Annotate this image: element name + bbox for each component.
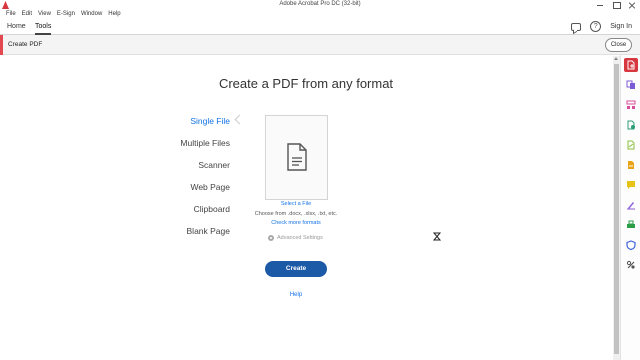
scan-ocr-icon bbox=[628, 161, 634, 169]
close-tool-button[interactable]: Close bbox=[605, 38, 632, 52]
title-bar: Adobe Acrobat Pro DC (32-bit) bbox=[0, 0, 640, 10]
organize-pages-icon bbox=[626, 100, 636, 109]
supported-formats-text: Choose from .docx, .xlsx, .txt, etc. bbox=[254, 211, 338, 217]
help-icon[interactable]: ? bbox=[590, 21, 602, 32]
window-title: Adobe Acrobat Pro DC (32-bit) bbox=[279, 1, 361, 7]
format-multiple-files[interactable]: Multiple Files bbox=[160, 136, 230, 158]
nav-actions: ? Sign In bbox=[571, 21, 632, 32]
menu-esign[interactable]: E-Sign bbox=[54, 10, 78, 19]
format-list: Single File Multiple Files Scanner Web P… bbox=[160, 114, 230, 246]
page-title: Create a PDF from any format bbox=[0, 76, 612, 91]
edit-pdf-icon bbox=[627, 140, 635, 150]
create-button[interactable]: Create bbox=[265, 261, 327, 277]
sign-in-link[interactable]: Sign In bbox=[610, 23, 632, 30]
export-pdf-icon bbox=[627, 120, 635, 130]
tab-home[interactable]: Home bbox=[7, 22, 26, 33]
menu-edit[interactable]: Edit bbox=[19, 10, 35, 19]
advanced-settings-label: Advanced Settings bbox=[277, 235, 323, 241]
scroll-thumb[interactable] bbox=[614, 64, 619, 354]
tool-accent-bar bbox=[0, 35, 3, 55]
create-pdf-panel: Create a PDF from any format Single File… bbox=[0, 56, 612, 360]
rail-edit-pdf[interactable] bbox=[624, 138, 638, 152]
comment-icon bbox=[627, 181, 635, 189]
page-title-text: Create a PDF from any format bbox=[218, 76, 394, 91]
gear-icon bbox=[268, 235, 274, 241]
format-scanner[interactable]: Scanner bbox=[160, 158, 230, 180]
format-single-file[interactable]: Single File bbox=[160, 114, 230, 136]
menu-file[interactable]: File bbox=[3, 10, 19, 19]
maximize-icon[interactable] bbox=[608, 0, 624, 10]
rail-organize-pages[interactable] bbox=[624, 98, 638, 112]
document-icon bbox=[287, 143, 307, 171]
help-link[interactable]: Help bbox=[276, 292, 316, 298]
selected-format-pointer bbox=[234, 114, 245, 125]
format-clipboard[interactable]: Clipboard bbox=[160, 202, 230, 224]
tools-rail bbox=[620, 55, 640, 360]
fill-sign-icon bbox=[627, 202, 635, 210]
rail-scan-ocr[interactable] bbox=[624, 158, 638, 172]
busy-cursor-icon bbox=[433, 232, 441, 241]
rail-protect[interactable] bbox=[624, 238, 638, 252]
file-drop-zone[interactable] bbox=[265, 115, 328, 200]
menu-help[interactable]: Help bbox=[105, 10, 123, 19]
menu-view[interactable]: View bbox=[35, 10, 54, 19]
create-pdf-icon bbox=[627, 60, 635, 70]
rail-create-pdf[interactable] bbox=[624, 58, 638, 72]
more-tools-icon bbox=[626, 260, 635, 269]
close-window-icon[interactable] bbox=[624, 0, 640, 10]
check-more-formats-link[interactable]: Check more formats bbox=[246, 220, 346, 226]
format-blank-page[interactable]: Blank Page bbox=[160, 224, 230, 246]
rail-comment[interactable] bbox=[624, 178, 638, 192]
tab-tools[interactable]: Tools bbox=[35, 22, 52, 35]
vertical-scrollbar[interactable] bbox=[613, 56, 620, 360]
top-nav: Home Tools ? Sign In bbox=[0, 19, 640, 35]
window-controls bbox=[592, 0, 640, 10]
protect-icon bbox=[626, 240, 636, 250]
print-production-icon bbox=[627, 220, 635, 228]
menu-window[interactable]: Window bbox=[78, 10, 105, 19]
combine-files-icon bbox=[626, 80, 635, 89]
tool-title: Create PDF bbox=[8, 41, 43, 48]
chat-icon[interactable] bbox=[571, 23, 582, 31]
menu-bar: File Edit View E-Sign Window Help bbox=[0, 10, 640, 19]
tool-header: Create PDF Close bbox=[0, 35, 640, 55]
rail-print-production[interactable] bbox=[624, 218, 638, 232]
scroll-up-icon[interactable] bbox=[614, 57, 618, 60]
rail-combine-files[interactable] bbox=[624, 78, 638, 92]
advanced-settings[interactable]: Advanced Settings bbox=[268, 235, 323, 241]
acrobat-window: Adobe Acrobat Pro DC (32-bit) File Edit … bbox=[0, 0, 640, 360]
minimize-icon[interactable] bbox=[592, 0, 608, 10]
format-web-page[interactable]: Web Page bbox=[160, 180, 230, 202]
rail-more-tools[interactable] bbox=[624, 258, 638, 272]
rail-export-pdf[interactable] bbox=[624, 118, 638, 132]
select-file-link[interactable]: Select a File bbox=[246, 201, 346, 207]
rail-fill-sign[interactable] bbox=[624, 198, 638, 212]
